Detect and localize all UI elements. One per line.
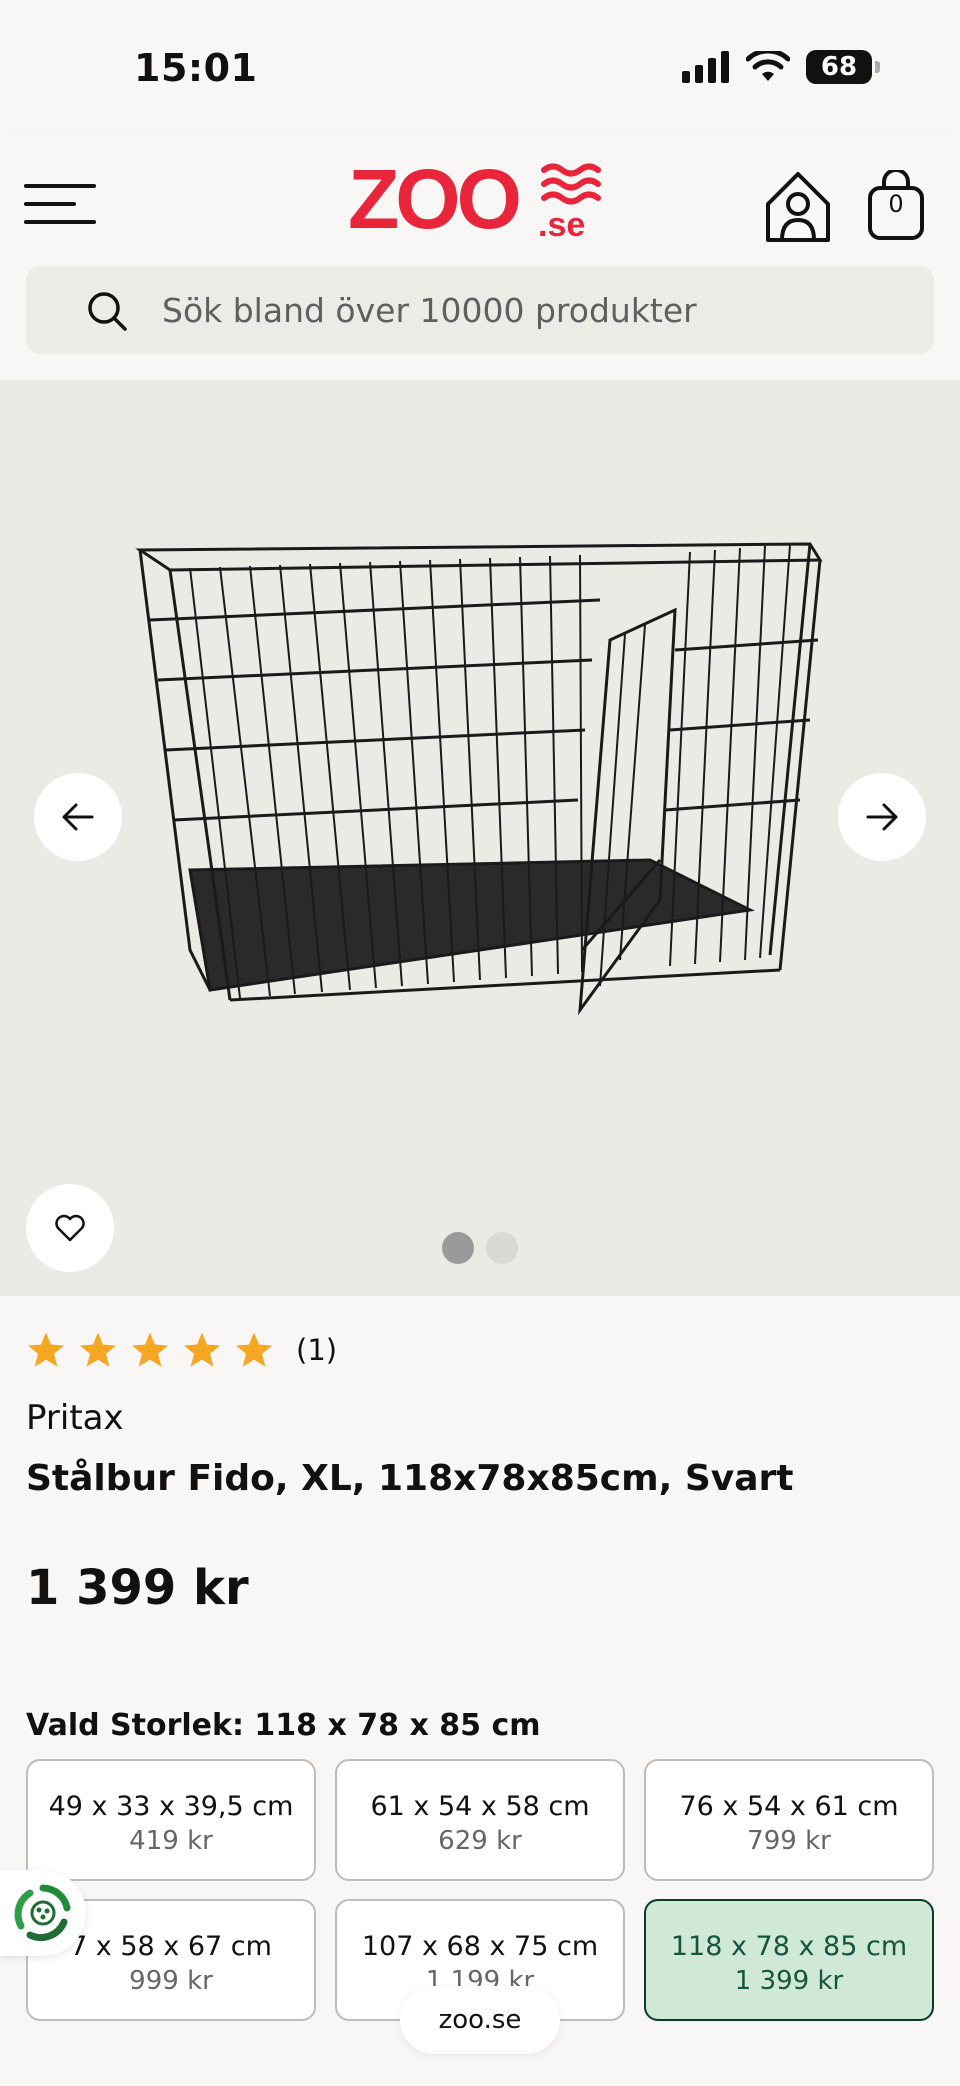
- logo-text: ZOO: [348, 156, 519, 246]
- site-header: ZOO .se 0 Sök bland över 10000 produkter: [0, 130, 960, 380]
- size-price: 629 kr: [438, 1826, 522, 1856]
- menu-icon-line: [24, 220, 96, 224]
- menu-icon: [24, 184, 96, 188]
- heart-icon: [55, 1214, 85, 1242]
- next-image-button[interactable]: [838, 773, 926, 861]
- signal-icon: [682, 51, 729, 83]
- size-dimensions: 61 x 54 x 58 cm: [370, 1791, 590, 1822]
- search-placeholder: Sök bland över 10000 produkter: [162, 291, 697, 330]
- star-icon: [184, 1332, 220, 1367]
- prev-image-button[interactable]: [34, 773, 122, 861]
- size-option[interactable]: 76 x 54 x 61 cm 799 kr: [644, 1759, 934, 1881]
- menu-button[interactable]: [24, 180, 98, 230]
- browser-url[interactable]: zoo.se: [400, 1986, 560, 2054]
- recycle-badge[interactable]: [0, 1870, 86, 1956]
- battery-indicator: 68: [806, 50, 880, 84]
- arrow-right-icon: [866, 803, 898, 831]
- product-price: 1 399 kr: [26, 1560, 249, 1616]
- star-icon: [132, 1332, 168, 1367]
- search-icon: [88, 292, 127, 331]
- size-option-selected[interactable]: 118 x 78 x 85 cm 1 399 kr: [644, 1899, 934, 2021]
- status-bar: 15:01 68: [0, 0, 960, 130]
- size-price: 1 399 kr: [734, 1966, 844, 1996]
- product-image: [135, 542, 823, 1016]
- product-rating[interactable]: (1): [26, 1330, 337, 1370]
- status-icons: 68: [682, 50, 880, 84]
- product-brand[interactable]: Pritax: [26, 1398, 124, 1438]
- search-input[interactable]: Sök bland över 10000 produkter: [26, 266, 934, 354]
- gallery-dot-1[interactable]: [442, 1232, 474, 1264]
- rating-count: (1): [296, 1333, 338, 1367]
- cart-button[interactable]: 0: [866, 168, 926, 242]
- size-price: 999 kr: [129, 1966, 213, 1996]
- size-price: 799 kr: [747, 1826, 831, 1856]
- wifi-icon: [746, 51, 790, 81]
- size-dimensions: 107 x 68 x 75 cm: [361, 1931, 599, 1962]
- product-title: Stålbur Fido, XL, 118x78x85cm, Svart: [26, 1458, 794, 1499]
- recycle-icon: [14, 1884, 71, 1941]
- size-price: 419 kr: [129, 1826, 213, 1856]
- size-dimensions: 49 x 33 x 39,5 cm: [48, 1791, 294, 1822]
- arrow-left-icon: [62, 803, 94, 831]
- size-option[interactable]: 49 x 33 x 39,5 cm 419 kr: [26, 1759, 316, 1881]
- menu-icon-line: [24, 202, 76, 206]
- size-dimensions: 76 x 54 x 61 cm: [679, 1791, 899, 1822]
- zoo-logo[interactable]: ZOO .se: [348, 156, 618, 246]
- account-icon: [766, 172, 830, 242]
- size-option[interactable]: 61 x 54 x 58 cm 629 kr: [335, 1759, 625, 1881]
- status-time: 15:01: [134, 46, 258, 90]
- star-icon: [80, 1332, 116, 1367]
- favorite-button[interactable]: [26, 1184, 114, 1272]
- account-button[interactable]: [762, 168, 834, 244]
- selected-size-label: Vald Storlek: 118 x 78 x 85 cm: [26, 1708, 541, 1743]
- product-gallery[interactable]: [0, 380, 960, 1296]
- size-dimensions: 118 x 78 x 85 cm: [670, 1931, 908, 1962]
- star-icon: [236, 1332, 272, 1367]
- gallery-dot-2[interactable]: [486, 1232, 518, 1264]
- logo-suffix: .se: [538, 206, 585, 244]
- cart-count: 0: [888, 190, 904, 218]
- star-icon: [28, 1332, 64, 1367]
